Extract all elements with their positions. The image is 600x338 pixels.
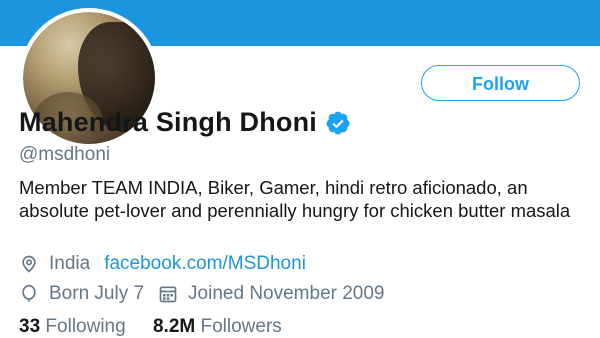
followers-label: Followers bbox=[200, 316, 282, 337]
profile-stats: 33 Following 8.2M Followers bbox=[19, 316, 304, 338]
calendar-icon bbox=[159, 286, 177, 303]
profile-name-row: Mahendra Singh Dhoni bbox=[19, 107, 351, 138]
profile-meta-row-2: Born July 7 Joined November 2009 bbox=[19, 283, 399, 305]
profile-handle: @msdhoni bbox=[19, 144, 111, 165]
location-item: India bbox=[19, 253, 90, 275]
birthday-item: Born July 7 bbox=[19, 283, 144, 305]
follow-button[interactable]: Follow bbox=[421, 65, 580, 101]
profile-meta-row-1: India facebook.com/MSDhoni bbox=[19, 253, 320, 275]
following-label: Following bbox=[45, 316, 126, 337]
joined-item: Joined November 2009 bbox=[158, 283, 385, 305]
birthday-text: Born July 7 bbox=[49, 283, 145, 304]
following-stat[interactable]: 33 Following bbox=[19, 316, 126, 337]
joined-text: Joined November 2009 bbox=[188, 283, 385, 304]
website-link[interactable]: facebook.com/MSDhoni bbox=[104, 253, 306, 275]
profile-bio: Member TEAM INDIA, Biker, Gamer, hindi r… bbox=[19, 177, 571, 221]
profile-name: Mahendra Singh Dhoni bbox=[19, 107, 317, 137]
verified-badge-icon bbox=[326, 111, 350, 134]
location-pin-icon bbox=[22, 255, 36, 273]
following-count: 33 bbox=[19, 316, 41, 337]
location-text: India bbox=[49, 253, 91, 274]
balloon-icon bbox=[22, 284, 36, 302]
followers-count: 8.2M bbox=[152, 316, 196, 337]
followers-stat[interactable]: 8.2M Followers bbox=[153, 316, 282, 337]
